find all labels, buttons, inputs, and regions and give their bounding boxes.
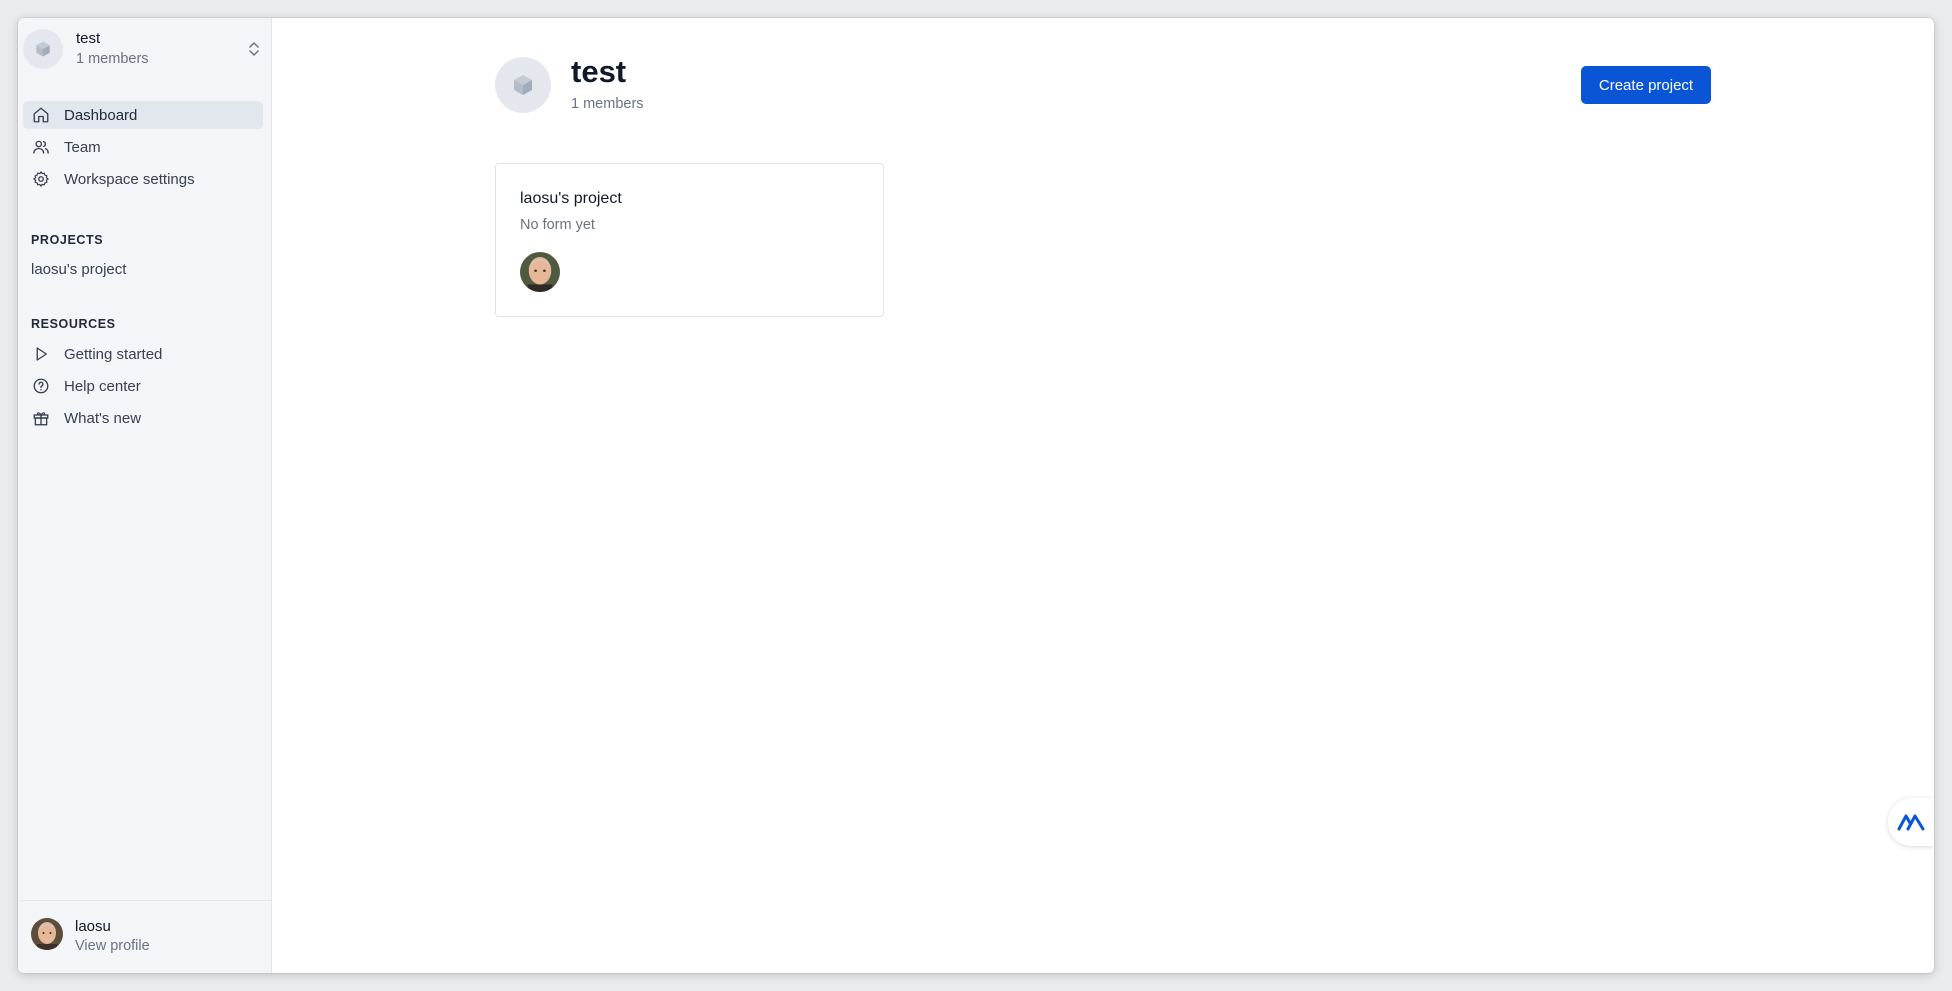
main-nav: Dashboard Team Workspace settings: [23, 101, 263, 197]
nav-item-whats-new[interactable]: What's new: [23, 404, 263, 432]
nav-label-dashboard: Dashboard: [64, 106, 138, 124]
gear-icon: [32, 170, 50, 188]
create-project-button[interactable]: Create project: [1581, 66, 1711, 104]
projects-section-title: PROJECTS: [31, 233, 104, 247]
sidebar-project-link[interactable]: laosu's project: [31, 261, 126, 278]
app-window: test 1 members Dashboard Team Workspace …: [18, 18, 1934, 973]
sidebar: test 1 members Dashboard Team Workspace …: [18, 18, 272, 973]
view-profile-link[interactable]: View profile: [75, 938, 150, 954]
project-card-title: laosu's project: [520, 190, 622, 207]
cube-icon: [514, 75, 532, 95]
cube-icon: [36, 41, 50, 57]
gift-icon: [32, 409, 50, 427]
brand-logo-icon: [1897, 814, 1925, 831]
resources-nav: Getting started Help center What's new: [23, 340, 263, 436]
workspace-avatar: [23, 29, 63, 69]
nav-label-team: Team: [64, 138, 101, 156]
nav-item-help-center[interactable]: Help center: [23, 372, 263, 400]
main-content: test 1 members Create project laosu's pr…: [272, 18, 1934, 973]
workspace-name: test: [76, 30, 101, 47]
resources-section-title: RESOURCES: [31, 317, 116, 331]
nav-item-getting-started[interactable]: Getting started: [23, 340, 263, 368]
project-card-subtitle: No form yet: [520, 217, 595, 233]
nav-item-dashboard[interactable]: Dashboard: [23, 101, 263, 129]
workspace-hero-avatar: [495, 57, 551, 113]
nav-label-getting-started: Getting started: [64, 345, 163, 363]
avatar: [31, 918, 63, 950]
page-title: test: [571, 54, 627, 89]
chevron-up-down-icon: [249, 42, 259, 56]
page-subtitle-members: 1 members: [571, 96, 644, 112]
workspace-switcher[interactable]: test 1 members: [23, 26, 265, 72]
help-widget-button[interactable]: [1888, 798, 1934, 846]
nav-label-whats-new: What's new: [64, 409, 142, 427]
avatar: [520, 252, 560, 292]
users-icon: [32, 138, 50, 156]
profile-footer[interactable]: laosu View profile: [18, 900, 271, 973]
help-circle-icon: [32, 377, 50, 395]
nav-label-help-center: Help center: [64, 377, 141, 395]
play-icon: [32, 345, 50, 363]
nav-label-workspace-settings: Workspace settings: [64, 170, 195, 188]
home-icon: [32, 106, 50, 124]
profile-name: laosu: [75, 918, 111, 935]
project-card[interactable]: laosu's project No form yet: [495, 163, 884, 317]
nav-item-team[interactable]: Team: [23, 133, 263, 161]
workspace-members: 1 members: [76, 51, 149, 67]
nav-item-workspace-settings[interactable]: Workspace settings: [23, 165, 263, 193]
